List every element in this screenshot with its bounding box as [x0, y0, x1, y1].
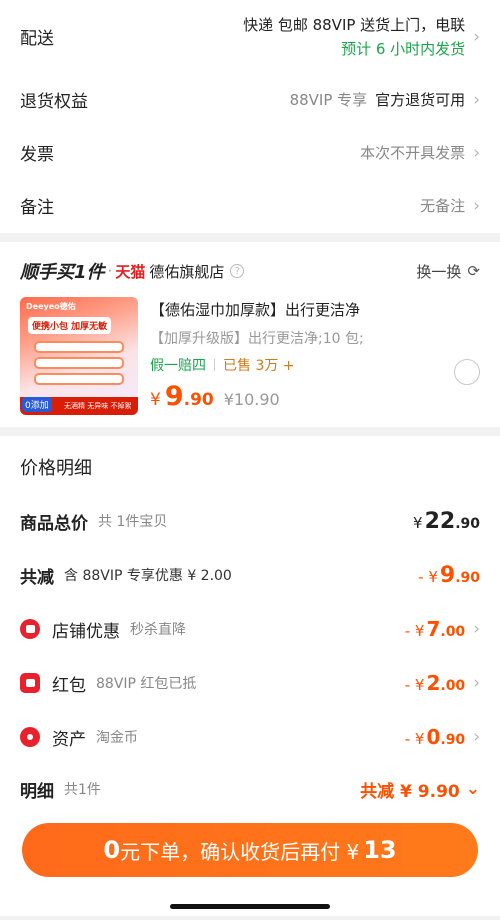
chevron-right-icon: ›: [473, 89, 480, 110]
discount-row: 共减 含 88VIP 专享优惠 ¥ 2.00 - ¥ 9 .90: [20, 562, 480, 588]
remark-value: 无备注: [420, 197, 466, 215]
original-price: ¥10.90: [223, 390, 280, 409]
delivery-row[interactable]: 配送 快递 包邮 88VIP 送货上门，电联 预计 6 小时内发货 ›: [20, 0, 480, 73]
chevron-right-icon: ›: [473, 619, 480, 639]
home-indicator: [170, 904, 330, 909]
invoice-value: 本次不开具发票: [360, 144, 466, 162]
summary-row[interactable]: 明细 共1件 共减 ¥ 9.90 ⌄: [20, 764, 480, 814]
total-amount: ¥ 22 .90: [413, 508, 480, 534]
red-packet-row[interactable]: 红包 88VIP 红包已抵 - ¥ 2 .00 ›: [20, 656, 480, 710]
chevron-right-icon: ›: [473, 26, 480, 47]
help-icon[interactable]: ?: [230, 264, 245, 278]
delivery-method: 快递 包邮 88VIP 送货上门，电联: [243, 15, 466, 34]
addon-header: 顺手买1件 · 天猫 德佑旗舰店 ?: [20, 258, 245, 284]
addon-product[interactable]: Deeyeo德佑 便携小包 加厚无敏 0添加 无酒精 无异味 不掉絮 【德佑湿巾…: [20, 297, 480, 415]
chevron-right-icon: ›: [473, 727, 480, 747]
wipes-pack-image: [34, 341, 124, 353]
shop-icon: [20, 619, 40, 639]
shop-coupon-row[interactable]: 店铺优惠 秒杀直降 - ¥ 7 .00 ›: [20, 602, 480, 656]
order-options-card: 配送 快递 包邮 88VIP 送货上门，电联 预计 6 小时内发货 › 退货权益…: [0, 0, 500, 233]
double-chevron-down-icon: ⌄: [465, 779, 480, 799]
invoice-label: 发票: [20, 145, 54, 165]
invoice-row[interactable]: 发票 本次不开具发票 ›: [20, 126, 480, 179]
tag-icon: [20, 727, 40, 747]
price-detail-title: 价格明细: [20, 458, 92, 479]
product-title: 【德佑湿巾加厚款】出行更洁净: [150, 301, 361, 319]
shop-name[interactable]: 德佑旗舰店: [149, 261, 224, 282]
returns-label: 退货权益: [20, 92, 88, 112]
checkout-button[interactable]: 0 元下单，确认收货后再付 ¥ 13: [22, 823, 478, 877]
swap-label: 换一换: [416, 262, 462, 281]
summary-discount: 共减 ¥ 9.90: [360, 781, 460, 802]
wipes-pack-image: [34, 373, 124, 385]
product-price: ¥ 9 .90 ¥10.90: [150, 381, 280, 412]
tmall-logo: 天猫: [115, 262, 146, 281]
guarantee-tag: 假一赔四: [150, 358, 206, 374]
remark-label: 备注: [20, 198, 54, 218]
discount-amount: - ¥ 9 .90: [418, 562, 480, 588]
total-row: 商品总价 共 1件宝贝 ¥ 22 .90: [20, 508, 480, 534]
checkout-label: 元下单，确认收货后再付 ¥: [120, 839, 360, 864]
wipes-pack-image: [34, 357, 124, 369]
sold-count: 已售 3万 +: [223, 358, 295, 374]
assets-row[interactable]: 资产 淘金币 - ¥ 0 .90 ›: [20, 710, 480, 764]
refresh-icon: ⟳: [467, 262, 480, 280]
product-thumbnail[interactable]: Deeyeo德佑 便携小包 加厚无敏 0添加 无酒精 无异味 不掉絮: [20, 297, 138, 415]
red-packet-icon: [20, 673, 40, 693]
addon-title: 顺手买1件: [20, 262, 105, 283]
returns-value: 官方退货可用: [375, 91, 466, 109]
remark-row[interactable]: 备注 无备注 ›: [20, 179, 480, 232]
swap-button[interactable]: 换一换 ⟳: [416, 261, 480, 282]
delivery-label: 配送: [20, 29, 54, 49]
product-spec[interactable]: 【加厚升级版】出行更洁净;10 包;: [150, 328, 480, 348]
delivery-eta: 预计 6 小时内发货: [341, 39, 466, 58]
checkout-amount: 13: [363, 836, 397, 864]
select-radio[interactable]: [454, 359, 480, 385]
addon-card: 顺手买1件 · 天猫 德佑旗舰店 ? 换一换 ⟳ Deeyeo德佑 便携小包 加…: [0, 242, 500, 427]
chevron-right-icon: ›: [473, 195, 480, 216]
returns-row[interactable]: 退货权益 88VIP 专享 官方退货可用 ›: [20, 73, 480, 126]
chevron-right-icon: ›: [473, 673, 480, 693]
returns-tag: 88VIP 专享: [289, 91, 368, 109]
chevron-right-icon: ›: [473, 142, 480, 163]
